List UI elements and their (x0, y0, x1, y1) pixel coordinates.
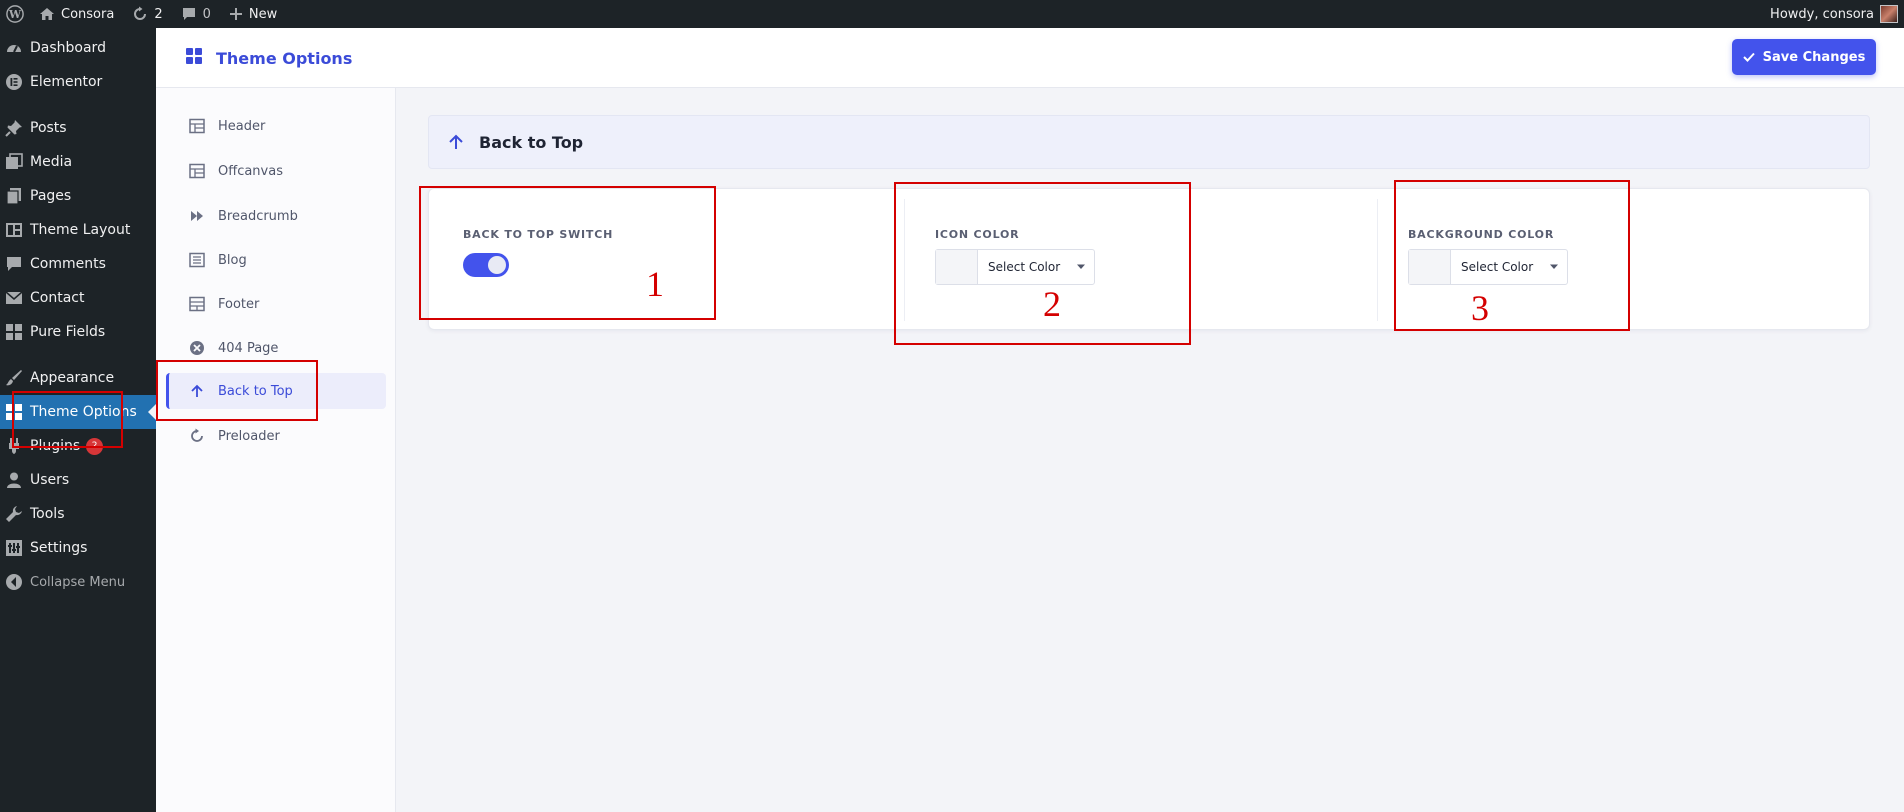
annotation-box-3 (1394, 180, 1630, 331)
annotation-number-2: 2 (1043, 284, 1061, 324)
menu-item-users[interactable]: Users (0, 463, 156, 497)
sidebar-item-label: Preloader (218, 428, 280, 444)
plus-icon (229, 7, 243, 21)
save-changes-label: Save Changes (1762, 49, 1866, 65)
site-name-link[interactable]: Consora (30, 0, 123, 28)
menu-label: Pure Fields (30, 324, 106, 340)
menu-label: Media (30, 154, 73, 170)
menu-label: Pages (30, 188, 72, 204)
sidebar-item-breadcrumb[interactable]: Breadcrumb (166, 198, 386, 234)
theme-options-header: Theme Options Save Changes (156, 28, 1904, 88)
sidebar-item-preloader[interactable]: Preloader (166, 418, 386, 454)
menu-item-comments[interactable]: Comments (0, 247, 156, 281)
page-title: Theme Options (216, 48, 353, 68)
annotation-number-3: 3 (1471, 288, 1489, 328)
arrow-up-icon (447, 133, 465, 151)
annotation-box-1 (419, 186, 716, 320)
site-name: Consora (61, 6, 115, 22)
grid-icon (186, 48, 202, 68)
menu-item-elementor[interactable]: Elementor (0, 65, 156, 99)
refresh-icon (188, 428, 206, 444)
sidebar-item-label: Header (218, 118, 266, 134)
greeting: Howdy, consora (1770, 6, 1874, 22)
section-title: Back to Top (479, 132, 584, 152)
menu-item-theme-layout[interactable]: Theme Layout (0, 213, 156, 247)
home-icon (39, 6, 55, 22)
sidebar-item-blog[interactable]: Blog (166, 242, 386, 278)
sidebar-item-label: 404 Page (218, 340, 279, 356)
list-icon (188, 252, 206, 268)
menu-item-posts[interactable]: Posts (0, 111, 156, 145)
grid-icon (0, 323, 30, 341)
mail-icon (0, 289, 30, 307)
layout-icon (188, 118, 206, 134)
layout-icon (188, 163, 206, 179)
menu-label: Posts (30, 120, 67, 136)
annotation-box-sidebar (156, 360, 318, 421)
menu-item-appearance[interactable]: Appearance (0, 361, 156, 395)
menu-item-media[interactable]: Media (0, 145, 156, 179)
menu-label: Collapse Menu (30, 574, 126, 590)
annotation-number-1: 1 (646, 264, 664, 304)
theme-options-title-wrap: Theme Options (186, 28, 352, 88)
sidebar-item-label: Footer (218, 296, 260, 312)
theme-options-sidebar: Header Offcanvas Breadcrumb Blog Footer … (156, 88, 396, 812)
user-icon (0, 471, 30, 489)
menu-label: Tools (30, 506, 65, 522)
layout-icon (188, 296, 206, 312)
menu-label: Theme Layout (30, 222, 131, 238)
my-account-link[interactable]: Howdy, consora (1761, 0, 1904, 28)
sidebar-item-header[interactable]: Header (166, 108, 386, 144)
collapse-icon (0, 573, 30, 591)
comments-count: 0 (202, 6, 211, 22)
check-icon (1742, 51, 1755, 63)
menu-item-contact[interactable]: Contact (0, 281, 156, 315)
menu-label: Settings (30, 540, 88, 556)
close-circle-icon (188, 340, 206, 356)
annotation-box-menu (12, 391, 123, 448)
svg-text:W: W (8, 8, 22, 21)
menu-label: Appearance (30, 370, 115, 386)
updates-link[interactable]: 2 (123, 0, 171, 28)
sidebar-item-label: Breadcrumb (218, 208, 298, 224)
section-header: Back to Top (428, 115, 1870, 169)
updates-icon (132, 6, 148, 22)
elementor-icon (0, 73, 30, 91)
menu-label: Comments (30, 256, 106, 272)
sidebar-item-label: Offcanvas (218, 163, 283, 179)
fast-forward-icon (188, 208, 206, 224)
menu-item-settings[interactable]: Settings (0, 531, 156, 565)
wrench-icon (0, 505, 30, 523)
comment-icon (0, 255, 30, 273)
layout-icon (0, 221, 30, 239)
menu-label: Elementor (30, 74, 103, 90)
pushpin-icon (0, 119, 30, 137)
updates-count: 2 (154, 6, 163, 22)
menu-label: Dashboard (30, 40, 106, 56)
new-content-link[interactable]: New (220, 0, 286, 28)
menu-item-pages[interactable]: Pages (0, 179, 156, 213)
new-label: New (248, 6, 278, 22)
menu-label: Contact (30, 290, 85, 306)
comments-link[interactable]: 0 (172, 0, 220, 28)
collapse-menu-button[interactable]: Collapse Menu (0, 565, 156, 599)
admin-bar: W Consora 2 0 New Howdy, consora (0, 0, 1904, 28)
menu-item-pure-fields[interactable]: Pure Fields (0, 315, 156, 349)
brush-icon (0, 369, 30, 387)
sidebar-item-label: Blog (218, 252, 247, 268)
pages-icon (0, 187, 30, 205)
avatar (1880, 5, 1898, 23)
comment-icon (181, 6, 197, 22)
sidebar-item-offcanvas[interactable]: Offcanvas (166, 153, 386, 189)
menu-item-dashboard[interactable]: Dashboard (0, 31, 156, 65)
menu-item-tools[interactable]: Tools (0, 497, 156, 531)
dashboard-icon (0, 39, 30, 57)
media-icon (0, 153, 30, 171)
settings-icon (0, 539, 30, 557)
wordpress-logo-icon[interactable]: W (0, 0, 30, 28)
save-changes-button[interactable]: Save Changes (1732, 39, 1876, 75)
menu-label: Users (30, 472, 70, 488)
sidebar-item-footer[interactable]: Footer (166, 286, 386, 322)
